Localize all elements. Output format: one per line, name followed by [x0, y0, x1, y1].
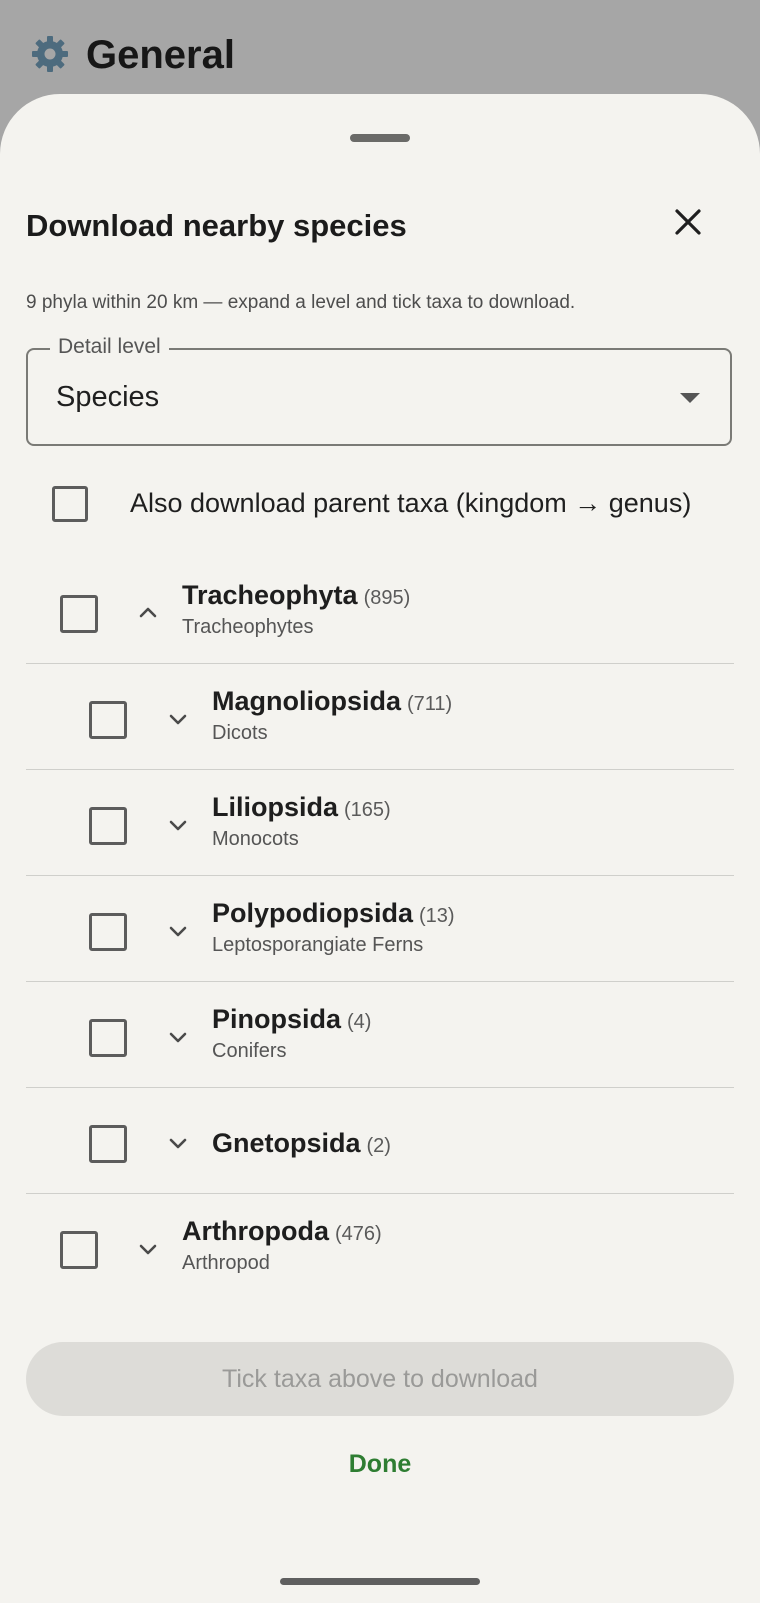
- taxon-name: Gnetopsida: [212, 1128, 361, 1158]
- taxon-checkbox[interactable]: [89, 1125, 127, 1163]
- taxon-checkbox[interactable]: [60, 1231, 98, 1269]
- taxon-name: Tracheophyta: [182, 580, 358, 610]
- taxon-count: (4): [347, 1011, 372, 1033]
- chevron-down-icon[interactable]: [166, 1131, 190, 1155]
- taxon-common-name: Dicots: [212, 722, 268, 744]
- taxon-count: (711): [407, 693, 453, 715]
- chevron-down-icon[interactable]: [136, 1237, 160, 1261]
- background-title: General: [86, 33, 235, 77]
- home-indicator[interactable]: [280, 1578, 480, 1585]
- taxon-name: Arthropoda: [182, 1216, 329, 1246]
- chevron-down-icon[interactable]: [166, 813, 190, 837]
- taxon-count: (2): [366, 1135, 391, 1157]
- taxon-checkbox[interactable]: [89, 701, 127, 739]
- taxon-common-name: Tracheophytes: [182, 616, 314, 638]
- taxon-count: (895): [363, 587, 411, 609]
- taxon-row-arthropoda[interactable]: Arthropoda (476) Arthropod: [26, 1194, 734, 1300]
- taxon-checkbox[interactable]: [89, 807, 127, 845]
- taxon-row-gnetopsida[interactable]: Gnetopsida (2): [26, 1088, 734, 1194]
- taxon-common-name: Conifers: [212, 1040, 287, 1062]
- taxon-row-polypodiopsida[interactable]: Polypodiopsida (13) Leptosporangiate Fern…: [26, 876, 734, 982]
- sheet-title: Download nearby species: [26, 208, 407, 243]
- chevron-down-icon[interactable]: [166, 707, 190, 731]
- bottom-sheet: Download nearby species 9 phyla within 2…: [0, 94, 760, 1603]
- taxon-common-name: Monocots: [212, 828, 299, 850]
- detail-level-dropdown[interactable]: Detail level Species: [26, 335, 732, 446]
- parent-taxa-checkbox[interactable]: [52, 486, 88, 522]
- taxon-common-name: Leptosporangiate Ferns: [212, 934, 424, 956]
- taxon-row-liliopsida[interactable]: Liliopsida (165) Monocots: [26, 770, 734, 876]
- chevron-down-icon[interactable]: [166, 1025, 190, 1049]
- taxon-checkbox[interactable]: [60, 595, 98, 633]
- taxon-row-magnoliopsida[interactable]: Magnoliopsida (711) Dicots: [26, 664, 734, 770]
- taxon-checkbox[interactable]: [89, 913, 127, 951]
- gear-icon: [32, 36, 68, 72]
- taxon-row-pinopsida[interactable]: Pinopsida (4) Conifers: [26, 982, 734, 1088]
- taxon-row-tracheophyta[interactable]: Tracheophyta (895) Tracheophytes: [26, 558, 734, 664]
- taxon-name: Magnoliopsida: [212, 686, 401, 716]
- taxon-count: (476): [334, 1223, 382, 1245]
- taxon-common-name: Arthropod: [182, 1252, 270, 1274]
- chevron-down-icon[interactable]: [166, 919, 190, 943]
- detail-level-label: Detail level: [50, 335, 169, 359]
- taxon-count: (165): [344, 799, 391, 821]
- detail-level-value: Species: [56, 381, 160, 413]
- done-button[interactable]: Done: [0, 1450, 760, 1479]
- dropdown-arrow-icon: [680, 393, 700, 403]
- close-icon[interactable]: [668, 202, 708, 242]
- taxon-name: Liliopsida: [212, 792, 339, 822]
- drag-handle[interactable]: [350, 134, 410, 142]
- sheet-subtitle: 9 phyla within 20 km — expand a level an…: [26, 292, 576, 313]
- parent-taxa-label: Also download parent taxa (kingdom → gen…: [130, 488, 692, 518]
- taxon-name: Polypodiopsida: [212, 898, 414, 928]
- taxon-name: Pinopsida: [212, 1004, 342, 1034]
- taxon-checkbox[interactable]: [89, 1019, 127, 1057]
- taxa-list: Tracheophyta (895) Tracheophytes Magnolio…: [26, 558, 734, 1300]
- download-button[interactable]: Tick taxa above to download: [26, 1342, 734, 1416]
- parent-taxa-option[interactable]: Also download parent taxa (kingdom → gen…: [0, 474, 760, 534]
- taxon-count: (13): [419, 905, 455, 927]
- chevron-up-icon[interactable]: [136, 601, 160, 625]
